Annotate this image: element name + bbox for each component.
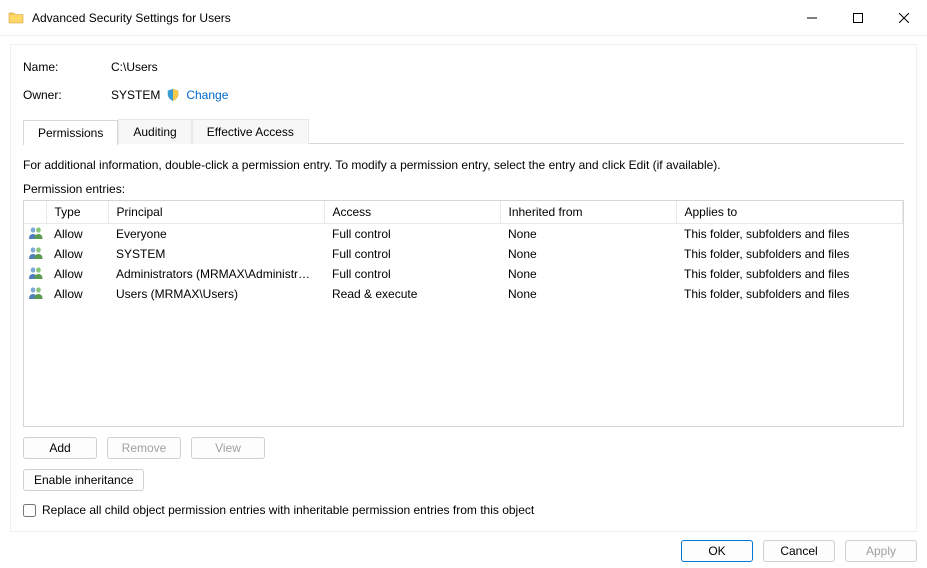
cell-type: Allow	[46, 264, 108, 284]
shield-icon	[166, 88, 180, 102]
col-principal[interactable]: Principal	[108, 201, 324, 224]
cell-inherited: None	[500, 224, 676, 245]
cell-access: Full control	[324, 224, 500, 245]
tab-permissions[interactable]: Permissions	[23, 120, 118, 145]
add-button[interactable]: Add	[23, 437, 97, 459]
cell-applies: This folder, subfolders and files	[676, 284, 903, 304]
remove-button[interactable]: Remove	[107, 437, 181, 459]
col-icon[interactable]	[24, 201, 46, 224]
replace-children-checkbox[interactable]	[23, 504, 36, 517]
col-type[interactable]: Type	[46, 201, 108, 224]
maximize-button[interactable]	[835, 2, 881, 34]
cell-principal: Everyone	[108, 224, 324, 245]
tab-auditing[interactable]: Auditing	[118, 119, 191, 144]
principal-icon	[28, 286, 44, 299]
folder-icon	[8, 10, 24, 26]
minimize-button[interactable]	[789, 2, 835, 34]
change-owner-link[interactable]: Change	[186, 88, 228, 102]
cell-inherited: None	[500, 264, 676, 284]
cell-type: Allow	[46, 284, 108, 304]
enable-inheritance-button[interactable]: Enable inheritance	[23, 469, 144, 491]
title-bar: Advanced Security Settings for Users	[0, 0, 927, 36]
cell-inherited: None	[500, 284, 676, 304]
instruction-text: For additional information, double-click…	[23, 158, 904, 172]
principal-icon	[28, 266, 44, 279]
tab-strip: Permissions Auditing Effective Access	[23, 119, 904, 144]
cell-access: Full control	[324, 244, 500, 264]
principal-icon	[28, 246, 44, 259]
cancel-button[interactable]: Cancel	[763, 540, 835, 562]
cell-principal: Users (MRMAX\Users)	[108, 284, 324, 304]
cell-access: Full control	[324, 264, 500, 284]
name-value: C:\Users	[111, 60, 158, 74]
cell-type: Allow	[46, 224, 108, 245]
table-row[interactable]: AllowUsers (MRMAX\Users)Read & executeNo…	[24, 284, 903, 304]
cell-principal: Administrators (MRMAX\Administrat...	[108, 264, 324, 284]
name-label: Name:	[23, 60, 111, 74]
cell-applies: This folder, subfolders and files	[676, 244, 903, 264]
owner-value: SYSTEM	[111, 88, 160, 102]
close-button[interactable]	[881, 2, 927, 34]
cell-type: Allow	[46, 244, 108, 264]
main-panel: Name: C:\Users Owner: SYSTEM Change Perm…	[10, 44, 917, 532]
principal-icon	[28, 226, 44, 239]
col-applies[interactable]: Applies to	[676, 201, 903, 224]
cell-principal: SYSTEM	[108, 244, 324, 264]
replace-children-label: Replace all child object permission entr…	[42, 503, 534, 517]
col-inherited[interactable]: Inherited from	[500, 201, 676, 224]
window-title: Advanced Security Settings for Users	[32, 11, 789, 25]
tab-effective-access[interactable]: Effective Access	[192, 119, 309, 144]
permissions-grid[interactable]: Type Principal Access Inherited from App…	[23, 200, 904, 427]
cell-inherited: None	[500, 244, 676, 264]
cell-access: Read & execute	[324, 284, 500, 304]
entries-label: Permission entries:	[23, 182, 904, 196]
col-access[interactable]: Access	[324, 201, 500, 224]
cell-applies: This folder, subfolders and files	[676, 264, 903, 284]
apply-button[interactable]: Apply	[845, 540, 917, 562]
owner-label: Owner:	[23, 88, 111, 102]
ok-button[interactable]: OK	[681, 540, 753, 562]
table-row[interactable]: AllowAdministrators (MRMAX\Administrat..…	[24, 264, 903, 284]
dialog-footer: OK Cancel Apply	[681, 540, 917, 562]
table-row[interactable]: AllowEveryoneFull controlNoneThis folder…	[24, 224, 903, 245]
cell-applies: This folder, subfolders and files	[676, 224, 903, 245]
grid-header-row: Type Principal Access Inherited from App…	[24, 201, 903, 224]
view-button[interactable]: View	[191, 437, 265, 459]
table-row[interactable]: AllowSYSTEMFull controlNoneThis folder, …	[24, 244, 903, 264]
